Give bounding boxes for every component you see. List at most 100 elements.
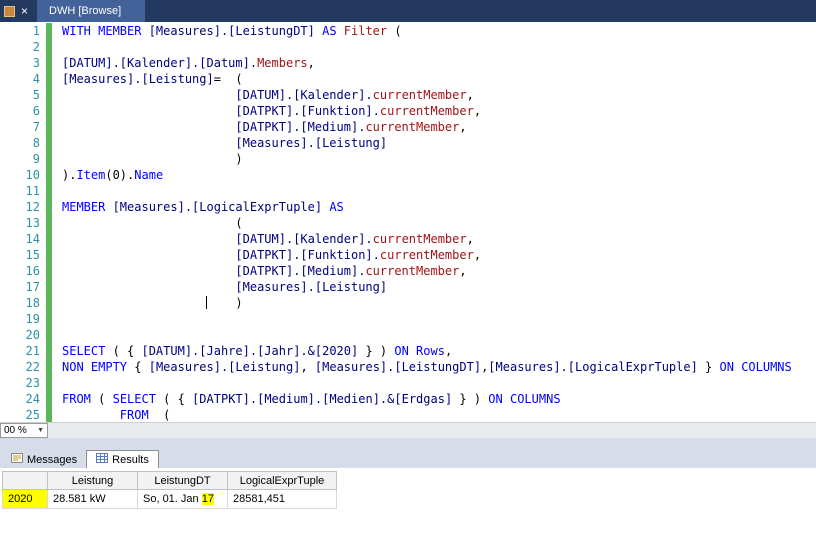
change-tracking-bar	[46, 183, 52, 199]
code-text: WITH MEMBER [Measures].[LeistungDT] AS F…	[62, 24, 402, 38]
code-line[interactable]: 11	[0, 183, 816, 199]
code-line[interactable]: 16 [DATPKT].[Medium].currentMember,	[0, 263, 816, 279]
change-tracking-bar	[46, 407, 52, 423]
line-number: 5	[32, 88, 40, 102]
code-line[interactable]: 20	[0, 327, 816, 343]
grid-cell[interactable]: So, 01. Jan 17	[137, 489, 228, 509]
code-line[interactable]: 1 WITH MEMBER [Measures].[LeistungDT] AS …	[0, 23, 816, 39]
code-text: [DATPKT].[Funktion].currentMember,	[235, 104, 482, 118]
line-number: 1	[32, 24, 40, 38]
line-number: 25	[25, 408, 40, 422]
line-number: 21	[25, 344, 40, 358]
code-text: [DATUM].[Kalender].[Datum].Members,	[62, 56, 315, 70]
grid-column-header[interactable]: Leistung	[47, 471, 138, 490]
change-tracking-bar	[46, 87, 52, 103]
code-line[interactable]: 17 [Measures].[Leistung]	[0, 279, 816, 295]
code-line[interactable]: 24 FROM ( SELECT ( { [DATPKT].[Medium].[M…	[0, 391, 816, 407]
change-tracking-bar	[46, 23, 52, 39]
code-line[interactable]: 9 )	[0, 151, 816, 167]
pane-splitter[interactable]	[0, 438, 816, 450]
editor-bottom-strip: 00 % ▼	[0, 422, 816, 438]
line-number: 24	[25, 392, 40, 406]
grid-cell[interactable]: 28.581 kW	[47, 489, 138, 509]
change-tracking-bar	[46, 359, 52, 375]
code-line[interactable]: 19	[0, 311, 816, 327]
code-line[interactable]: 4 [Measures].[Leistung]= (	[0, 71, 816, 87]
grid-cell-text: 2020	[8, 493, 33, 505]
line-number: 18	[25, 296, 40, 310]
grid-column-header[interactable]: LeistungDT	[137, 471, 228, 490]
code-line[interactable]: 23	[0, 375, 816, 391]
change-tracking-bar	[46, 311, 52, 327]
zoom-value: 00 %	[4, 425, 27, 436]
code-line[interactable]: 2	[0, 39, 816, 55]
line-number: 3	[32, 56, 40, 70]
line-number: 6	[32, 104, 40, 118]
change-tracking-bar	[46, 55, 52, 71]
line-number: 8	[32, 136, 40, 150]
change-tracking-bar	[46, 151, 52, 167]
change-tracking-bar	[46, 199, 52, 215]
code-text: NON EMPTY { [Measures].[Leistung], [Meas…	[62, 360, 792, 374]
tab-results[interactable]: Results	[86, 450, 159, 468]
change-tracking-bar	[46, 167, 52, 183]
line-number: 4	[32, 72, 40, 86]
code-text: ).Item(0).Name	[62, 168, 164, 182]
code-text: (	[62, 216, 243, 230]
change-tracking-bar	[46, 327, 52, 343]
document-tab-title: DWH [Browse]	[49, 5, 122, 17]
code-text: FROM (	[119, 408, 171, 422]
line-number: 16	[25, 264, 40, 278]
results-grid: Leistung LeistungDT LogicalExprTuple 2020 2…	[2, 471, 337, 509]
line-number: 23	[25, 376, 40, 390]
change-tracking-bar	[46, 39, 52, 55]
code-line[interactable]: 18 )	[0, 295, 816, 311]
line-number: 15	[25, 248, 40, 262]
code-line[interactable]: 22 NON EMPTY { [Measures].[Leistung], [Me…	[0, 359, 816, 375]
code-line[interactable]: 10).Item(0).Name	[0, 167, 816, 183]
line-number: 17	[25, 280, 40, 294]
code-text: MEMBER [Measures].[LogicalExprTuple] AS	[62, 200, 344, 214]
code-line[interactable]: 5 [DATUM].[Kalender].currentMember,	[0, 87, 816, 103]
grid-cell-text: 28.581 kW	[53, 493, 106, 505]
document-tab-bar: × DWH [Browse]	[0, 0, 816, 22]
code-line[interactable]: 25 FROM (	[0, 407, 816, 423]
document-tab[interactable]: DWH [Browse]	[37, 0, 146, 22]
change-tracking-bar	[46, 263, 52, 279]
grid-column-header[interactable]: LogicalExprTuple	[227, 471, 337, 490]
grid-row: 2020 28.581 kW So, 01. Jan 17 28581,451	[2, 489, 337, 509]
change-tracking-bar	[46, 375, 52, 391]
code-line[interactable]: 15 [DATPKT].[Funktion].currentMember,	[0, 247, 816, 263]
tab-label: Results	[112, 453, 149, 466]
grid-cell[interactable]: 2020	[2, 489, 48, 509]
grid-column-header[interactable]	[2, 471, 48, 490]
code-text: )	[62, 296, 243, 310]
messages-icon	[11, 452, 23, 467]
ssms-window: × DWH [Browse] 1 WITH MEMBER [Measures].[…	[0, 0, 816, 539]
horizontal-scrollbar[interactable]	[48, 423, 816, 438]
chevron-down-icon: ▼	[37, 427, 44, 434]
line-number: 11	[25, 184, 40, 198]
change-tracking-bar	[46, 71, 52, 87]
change-tracking-bar	[46, 215, 52, 231]
code-line[interactable]: 13 (	[0, 215, 816, 231]
code-text: [Measures].[Leistung]	[235, 136, 388, 150]
code-line[interactable]: 3 [DATUM].[Kalender].[Datum].Members,	[0, 55, 816, 71]
code-editor[interactable]: 1 WITH MEMBER [Measures].[LeistungDT] AS …	[0, 22, 816, 423]
code-text: [Measures].[Leistung]= (	[62, 72, 243, 86]
browse-cube-icon[interactable]	[4, 5, 15, 17]
code-line[interactable]: 8 [Measures].[Leistung]	[0, 135, 816, 151]
code-line[interactable]: 7 [DATPKT].[Medium].currentMember,	[0, 119, 816, 135]
code-text: FROM ( SELECT ( { [DATPKT].[Medium].[Med…	[62, 392, 561, 406]
code-text: )	[62, 152, 243, 166]
code-line[interactable]: 12 MEMBER [Measures].[LogicalExprTuple] A…	[0, 199, 816, 215]
zoom-dropdown[interactable]: 00 % ▼	[0, 423, 48, 438]
grid-cell[interactable]: 28581,451	[227, 489, 337, 509]
line-number: 9	[32, 152, 40, 166]
close-icon[interactable]: ×	[21, 5, 28, 17]
code-line[interactable]: 6 [DATPKT].[Funktion].currentMember,	[0, 103, 816, 119]
code-text: [DATUM].[Kalender].currentMember,	[235, 88, 474, 102]
tab-messages[interactable]: Messages	[2, 451, 86, 468]
code-line[interactable]: 14 [DATUM].[Kalender].currentMember,	[0, 231, 816, 247]
code-line[interactable]: 21 SELECT ( { [DATUM].[Jahre].[Jahr].&[20…	[0, 343, 816, 359]
